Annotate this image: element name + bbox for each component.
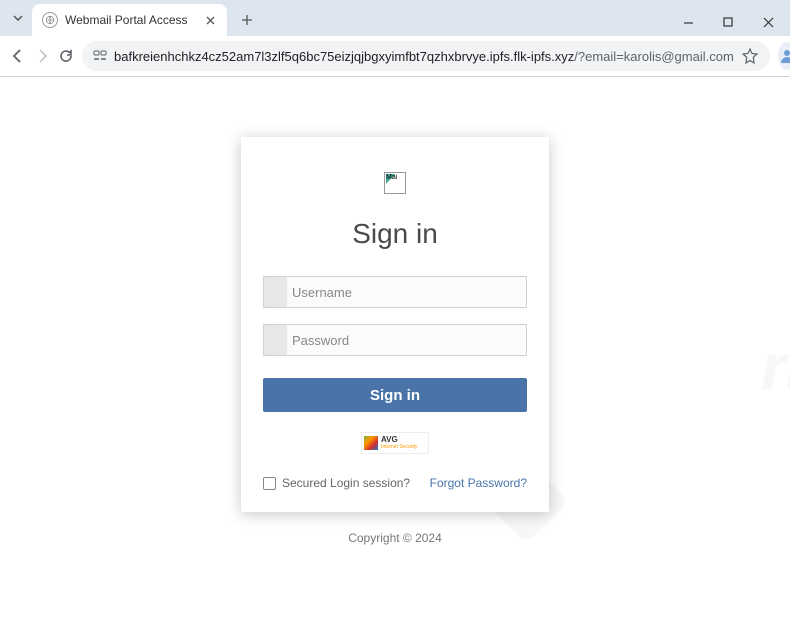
signin-button[interactable]: Sign in — [263, 378, 527, 412]
secured-session-checkbox[interactable] — [263, 477, 276, 490]
site-settings-icon[interactable] — [92, 48, 108, 64]
close-window-button[interactable] — [754, 8, 782, 36]
address-bar[interactable]: bafkreienhchkz4cz52am7l3zlf5q6bc75eizjqj… — [82, 41, 770, 71]
page-title: Sign in — [263, 218, 527, 250]
bookmark-star-icon[interactable] — [740, 46, 760, 66]
login-card: Mai Sign in Sign in AVG Internet Securit… — [241, 137, 549, 512]
back-button[interactable] — [10, 42, 26, 70]
profile-button[interactable] — [778, 42, 790, 70]
close-tab-button[interactable] — [203, 13, 217, 27]
globe-icon — [42, 12, 58, 28]
reload-button[interactable] — [58, 42, 74, 70]
browser-tab[interactable]: Webmail Portal Access — [32, 4, 227, 36]
secured-session-label: Secured Login session? — [282, 476, 410, 490]
broken-image-icon: Mai — [384, 172, 406, 194]
url-text: bafkreienhchkz4cz52am7l3zlf5q6bc75eizjqj… — [114, 49, 734, 64]
copyright-text: Copyright © 2024 — [348, 531, 442, 545]
maximize-button[interactable] — [714, 8, 742, 36]
username-input[interactable] — [263, 276, 527, 308]
minimize-button[interactable] — [674, 8, 702, 36]
password-icon — [263, 324, 287, 356]
tab-title: Webmail Portal Access — [65, 13, 196, 27]
tab-list-dropdown[interactable] — [12, 12, 24, 24]
username-icon — [263, 276, 287, 308]
new-tab-button[interactable] — [233, 6, 261, 34]
avg-badge: AVG Internet Security — [361, 432, 429, 454]
password-input[interactable] — [263, 324, 527, 356]
forward-button — [34, 42, 50, 70]
forgot-password-link[interactable]: Forgot Password? — [430, 476, 527, 490]
